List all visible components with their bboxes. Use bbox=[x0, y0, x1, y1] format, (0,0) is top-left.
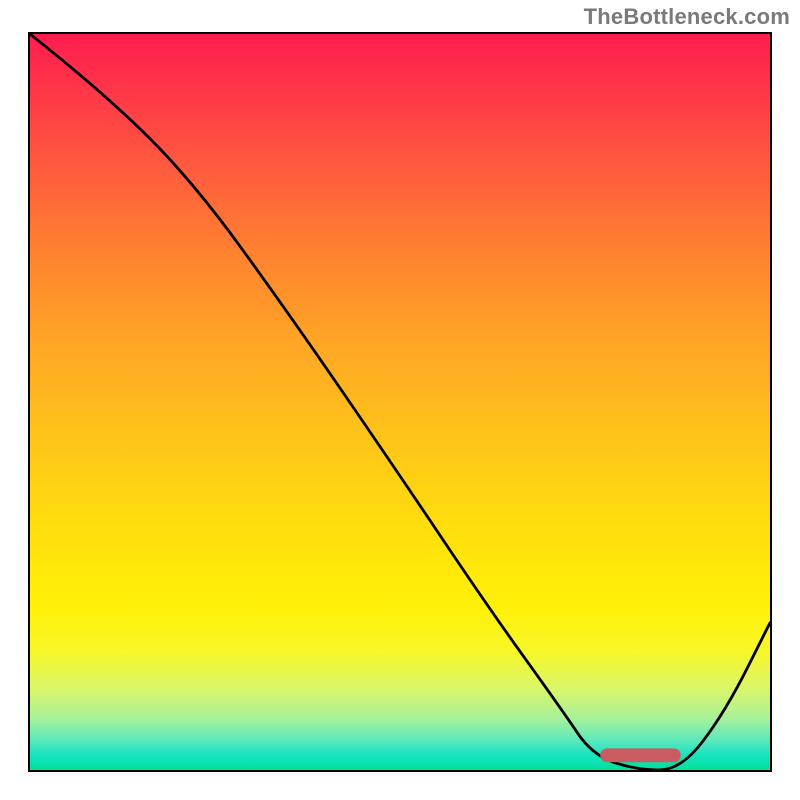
plot-area bbox=[28, 32, 772, 772]
attribution-label: TheBottleneck.com bbox=[584, 4, 790, 30]
bottleneck-chart: TheBottleneck.com bbox=[0, 0, 800, 800]
curve-layer bbox=[30, 34, 770, 770]
bottleneck-curve-path bbox=[30, 34, 770, 770]
